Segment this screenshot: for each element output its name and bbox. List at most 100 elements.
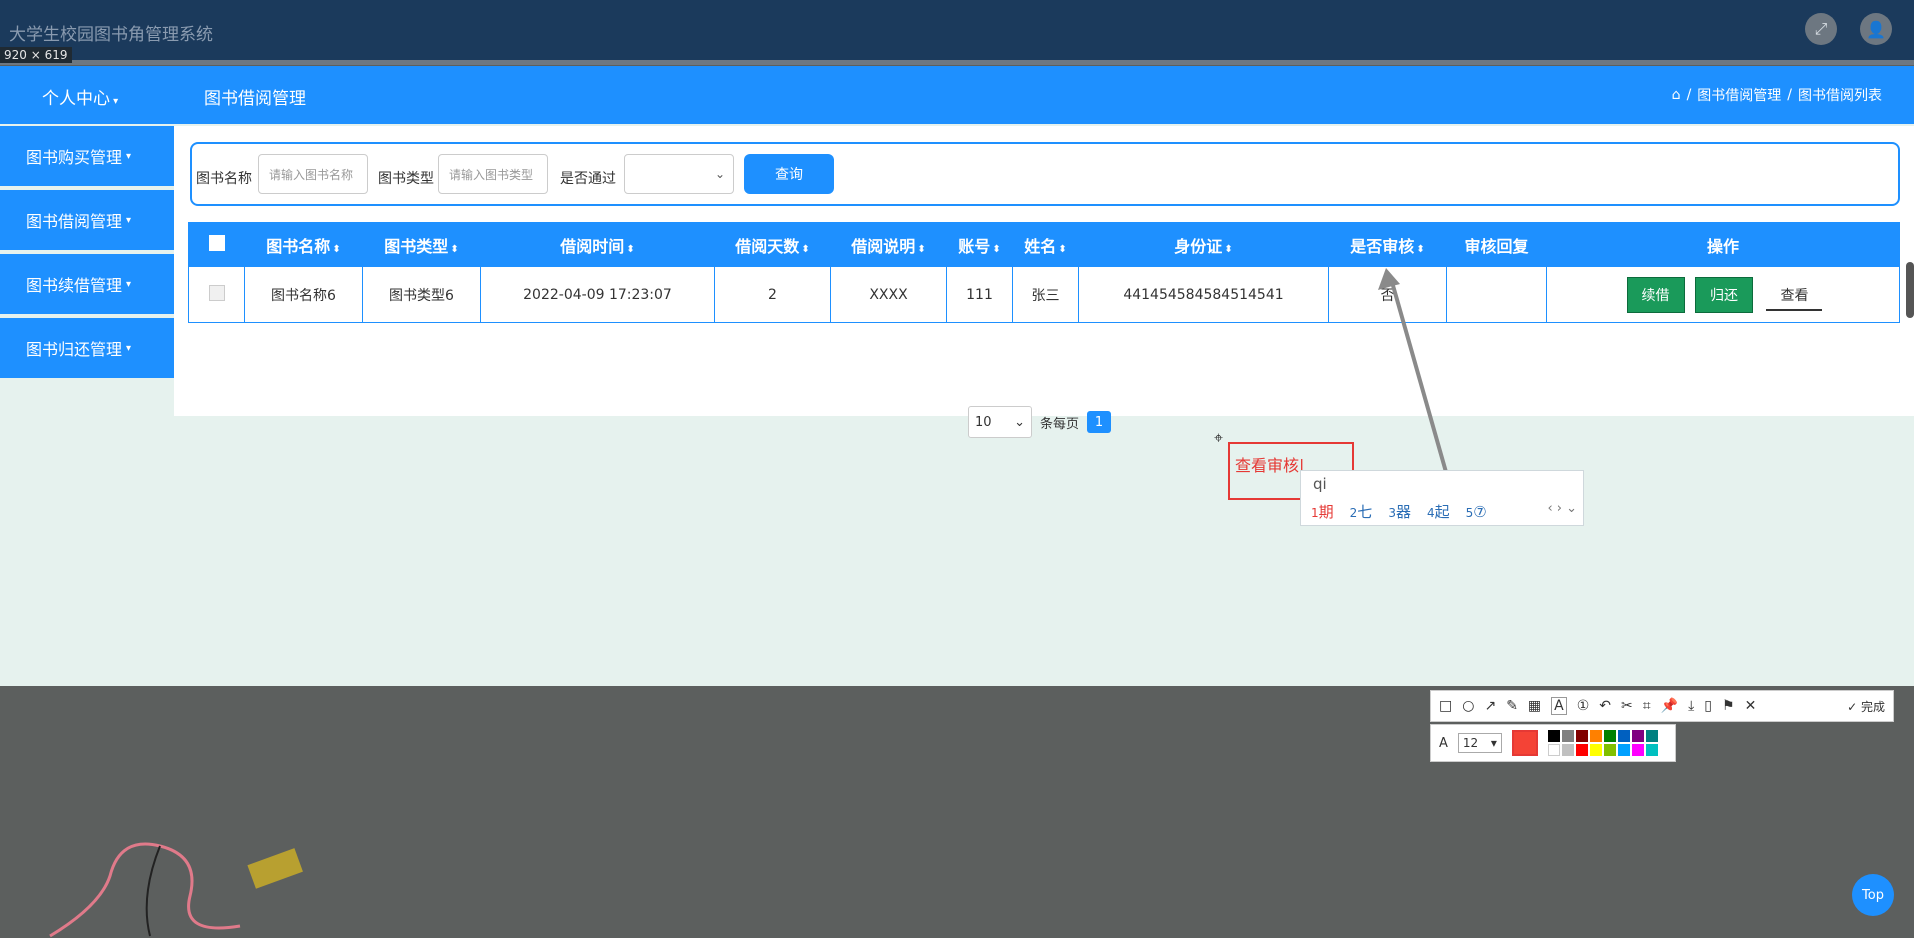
return-button[interactable]: 归还 [1695,276,1753,313]
color-swatch[interactable] [1617,744,1630,756]
cell-book-name: 图书名称6 [244,266,363,323]
home-icon[interactable]: ⌂ [1672,87,1681,103]
ime-nav[interactable]: ‹ › ⌄ [1547,501,1577,516]
table-row: 图书名称6 图书类型6 2022-04-09 17:23:07 2 XXXX 1… [188,266,1900,323]
personal-center-menu[interactable]: 个人中心 ▾ [42,84,118,109]
column-header[interactable]: 姓名 ⬍ [1012,222,1079,267]
page-size-select[interactable]: 10 ⌄ [968,406,1032,438]
approved-select[interactable]: ⌄ [624,154,734,194]
ime-candidate[interactable]: 2七 [1350,501,1373,522]
cell-name: 张三 [1012,266,1079,323]
ellipse-icon[interactable]: ○ [1462,698,1474,714]
nav-bar: 个人中心 ▾ 图书借阅管理 ⌂ / 图书借阅管理 / 图书借阅列表 [0,66,1914,124]
capture-size-label: 920 × 619 [0,47,72,63]
per-page-label: 条每页 [1040,416,1080,432]
ime-candidate[interactable]: 1期 [1311,501,1334,522]
active-color-swatch[interactable] [1511,730,1538,756]
color-swatch[interactable] [1561,730,1574,742]
cell-note: XXXX [830,266,947,323]
color-swatch[interactable] [1547,744,1560,756]
view-button[interactable]: 查看 [1766,281,1823,311]
column-header[interactable]: 借阅说明 ⬍ [830,222,947,267]
content-panel: 图书名称 请输入图书名称 图书类型 请输入图书类型 是否通过 ⌄ 查询 图书名称… [174,126,1914,438]
column-header[interactable]: 借阅天数 ⬍ [714,222,831,267]
column-header[interactable]: 身份证 ⬍ [1078,222,1329,267]
column-header[interactable]: 图书名称 ⬍ [244,222,363,267]
color-swatch[interactable] [1575,730,1588,742]
breadcrumb: ⌂ / 图书借阅管理 / 图书借阅列表 [1671,85,1882,105]
color-swatch[interactable] [1589,730,1602,742]
done-button[interactable]: ✓ 完成 [1847,698,1885,715]
scrollbar[interactable] [1906,262,1914,318]
background-image [49,842,303,938]
column-header: 审核回复 [1446,222,1547,267]
ime-candidate[interactable]: 3器 [1388,501,1411,522]
text-style-toolbar: A 12 ▾ [1430,724,1676,762]
ime-candidate-window: qi 1期 2七 3器 4起 5⑦ ‹ › ⌄ [1300,470,1584,526]
select-all-checkbox[interactable] [188,222,245,267]
phone-icon[interactable]: ▯ [1704,698,1712,714]
chevron-down-icon: ▾ [126,278,132,290]
text-icon[interactable]: A [1551,697,1567,715]
section-title: 图书借阅管理 [204,89,306,109]
color-swatch[interactable] [1631,730,1644,742]
ime-candidate[interactable]: 5⑦ [1466,503,1487,521]
arrow-icon[interactable]: ↗ [1484,698,1496,714]
pagination: 10 ⌄ 条每页 1 [968,406,1112,438]
cell-borrow-time: 2022-04-09 17:23:07 [480,266,715,323]
color-swatch[interactable] [1603,744,1616,756]
pencil-icon[interactable]: ✎ [1506,698,1518,714]
mosaic-icon[interactable]: ▦ [1528,698,1541,714]
color-swatch[interactable] [1645,744,1658,756]
sidebar-item-return[interactable]: 图书归还管理 ▾ [0,318,174,378]
color-swatch[interactable] [1645,730,1658,742]
user-avatar-icon[interactable]: 👤 [1860,13,1892,45]
book-type-input[interactable]: 请输入图书类型 [438,154,548,194]
font-size-select[interactable]: 12 ▾ [1457,733,1502,753]
color-swatch[interactable] [1589,744,1602,756]
color-swatch[interactable] [1631,744,1644,756]
crop-icon[interactable]: ⌗ [1643,698,1651,714]
column-header[interactable]: 借阅时间 ⬍ [480,222,715,267]
bookmark-icon[interactable]: ⚑ [1722,698,1735,714]
column-header[interactable]: 图书类型 ⬍ [362,222,481,267]
rectangle-icon[interactable]: □ [1439,698,1452,714]
ime-candidates: 1期 2七 3器 4起 5⑦ [1311,501,1487,522]
chevron-down-icon: ⌄ [1014,414,1025,430]
ime-candidate[interactable]: 4起 [1427,501,1450,522]
sidebar-item-purchase[interactable]: 图书购买管理 ▾ [0,126,174,186]
color-swatch[interactable] [1603,730,1616,742]
column-header[interactable]: 账号 ⬍ [946,222,1013,267]
column-header[interactable]: 是否审核 ⬍ [1328,222,1447,267]
sidebar-item-renew[interactable]: 图书续借管理 ▾ [0,254,174,314]
book-name-label: 图书名称 [196,171,252,187]
undo-icon[interactable]: ↶ [1599,698,1611,714]
query-button[interactable]: 查询 [744,154,834,194]
breadcrumb-item: 图书借阅列表 [1798,88,1882,104]
row-checkbox[interactable] [188,266,245,323]
color-swatch[interactable] [1547,730,1560,742]
crosshair-icon: ⌖ [1214,428,1224,447]
color-swatch[interactable] [1575,744,1588,756]
renew-button[interactable]: 续借 [1626,276,1685,313]
sidebar-item-borrow[interactable]: 图书借阅管理 ▾ [0,190,174,250]
close-icon[interactable]: ✕ [1745,698,1757,714]
color-swatch[interactable] [1617,730,1630,742]
book-name-input[interactable]: 请输入图书名称 [258,154,368,194]
pin-icon[interactable]: 📌 [1661,698,1678,714]
cell-book-type: 图书类型6 [362,266,481,323]
color-swatch[interactable] [1561,744,1574,756]
ime-input: qi [1313,475,1327,493]
back-to-top-button[interactable]: Top [1852,874,1894,916]
current-page[interactable]: 1 [1087,411,1112,433]
download-icon[interactable]: ⤓ [1688,698,1694,714]
annotation-toolbar: □ ○ ↗ ✎ ▦ A ① ↶ ✂ ⌗ 📌 ⤓ ▯ ⚑ ✕ ✓ 完成 [1430,690,1894,722]
number-icon[interactable]: ① [1577,698,1590,714]
app-title: 大学生校园图书角管理系统 [9,25,213,45]
chevron-down-icon: ▾ [126,150,132,162]
search-form: 图书名称 请输入图书名称 图书类型 请输入图书类型 是否通过 ⌄ 查询 [190,142,1900,206]
breadcrumb-item[interactable]: 图书借阅管理 [1697,85,1781,105]
cut-icon[interactable]: ✂ [1621,698,1633,714]
cell-reply [1446,266,1547,323]
fullscreen-icon[interactable]: ⤢ [1805,13,1837,45]
